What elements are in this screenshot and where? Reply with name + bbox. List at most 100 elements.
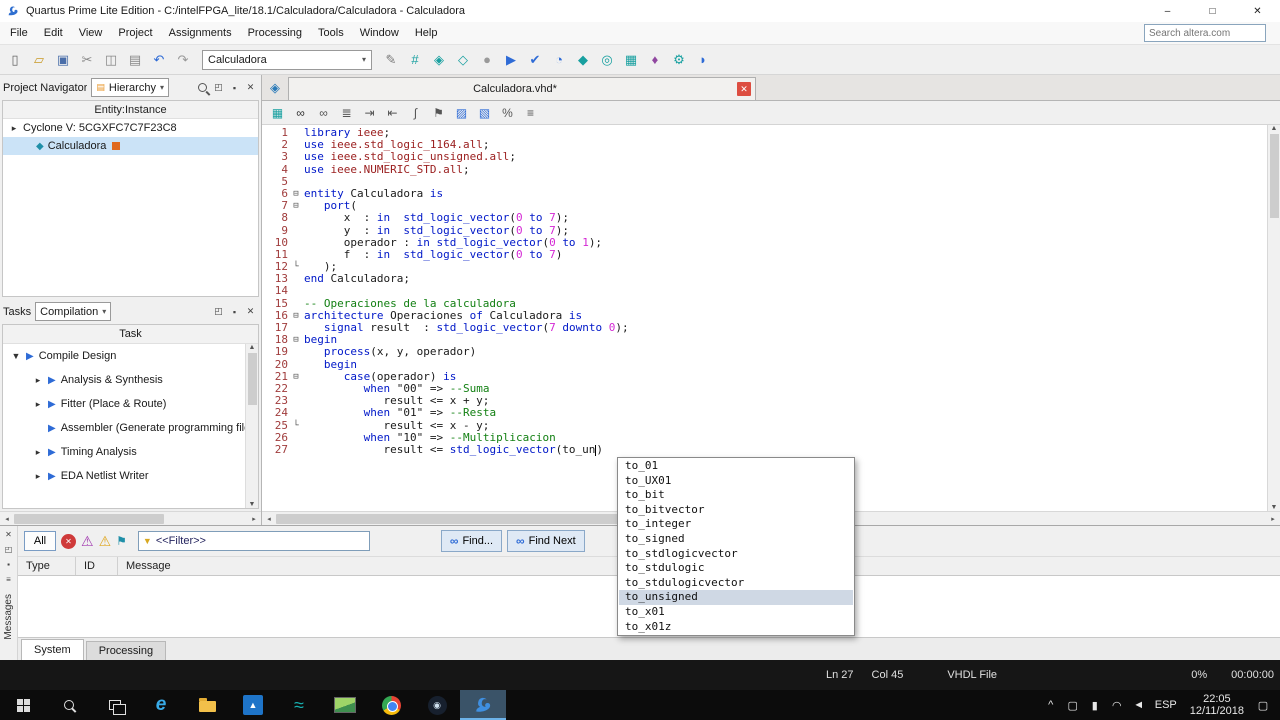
tree-item-calculadora[interactable]: ◆ Calculadora — [3, 137, 258, 155]
undo-icon[interactable]: ↶ — [148, 49, 170, 71]
hierarchy-dropdown[interactable]: ▤ Hierarchy ▾ — [91, 78, 169, 97]
fold-marker[interactable]: ⊟ — [288, 200, 304, 212]
search-button[interactable] — [46, 690, 92, 720]
tasks-vertical-scrollbar[interactable]: ▲ ▼ — [245, 344, 258, 508]
action-center-icon[interactable]: ▢ — [1252, 699, 1274, 712]
compilation-dropdown[interactable]: Compilation ▾ — [35, 302, 112, 321]
tab-system[interactable]: System — [21, 639, 84, 660]
autocomplete-item-to-stdlogicvector[interactable]: to_stdlogicvector — [619, 547, 853, 562]
find-next-button[interactable]: ∞ Find Next — [507, 530, 585, 552]
code-line[interactable]: 4 use ieee.NUMERIC_STD.all; — [262, 163, 1280, 176]
scroll-left-arrow[interactable]: ◂ — [0, 515, 14, 523]
scroll-left-arrow[interactable]: ◂ — [262, 515, 276, 523]
autocomplete-item-to-stdulogic[interactable]: to_stdulogic — [619, 561, 853, 576]
menu-edit[interactable]: Edit — [36, 24, 71, 43]
scrollbar-thumb[interactable] — [247, 353, 257, 405]
error-icon[interactable]: ✕ — [61, 533, 76, 549]
fold-marker[interactable]: └ — [288, 261, 304, 273]
warning-icon[interactable]: ⚠ — [99, 533, 112, 550]
quartus-icon[interactable] — [460, 690, 506, 720]
volume-icon[interactable]: ◄ — [1128, 699, 1150, 712]
pin-icon[interactable]: ▪ — [2, 558, 16, 571]
autocomplete-item-to-unsigned[interactable]: to_unsigned — [619, 590, 853, 605]
assignment-editor-icon[interactable]: ◈ — [428, 49, 450, 71]
code-line[interactable]: 11 f : in std_logic_vector(0 to 7) — [262, 248, 1280, 261]
close-icon[interactable]: ✕ — [243, 304, 258, 320]
netlist-viewer-icon[interactable]: ◆ — [572, 49, 594, 71]
photos-icon[interactable]: ▲ — [230, 690, 276, 720]
replace-icon[interactable]: ∞ — [314, 103, 333, 122]
all-filter-button[interactable]: All — [24, 531, 56, 551]
technology-map-icon[interactable]: ◎ — [596, 49, 618, 71]
minimize-button[interactable]: – — [1145, 0, 1190, 22]
code-line[interactable]: 27 result <= std_logic_vector(to_un) — [262, 443, 1280, 456]
autocomplete-item-to-bitvector[interactable]: to_bitvector — [619, 503, 853, 518]
expand-arrow[interactable]: ▸ — [33, 375, 43, 386]
scroll-up-arrow[interactable]: ▲ — [1271, 125, 1278, 132]
menu-tools[interactable]: Tools — [310, 24, 352, 43]
close-icon[interactable]: ✕ — [243, 80, 258, 96]
open-file-icon[interactable]: ▱ — [28, 49, 50, 71]
timing-analyzer-icon[interactable]: ◔ — [548, 49, 570, 71]
code-line[interactable]: 17 signal result : std_logic_vector(7 do… — [262, 321, 1280, 334]
tab-processing[interactable]: Processing — [85, 641, 167, 660]
expand-arrow[interactable]: ▸ — [33, 471, 43, 482]
column-header-id[interactable]: ID — [76, 557, 118, 575]
tree-item-cyclone-v-5cgxfc7c7f23c8[interactable]: ▸ Cyclone V: 5CGXFC7C7F23C8 — [3, 119, 258, 137]
scroll-down-arrow[interactable]: ▼ — [1271, 504, 1278, 511]
task-view-button[interactable] — [92, 690, 138, 720]
expand-arrow[interactable]: ▼ — [11, 351, 21, 361]
start-analysis-icon[interactable]: ✔ — [524, 49, 546, 71]
code-line[interactable]: 19 process(x, y, operador) — [262, 346, 1280, 358]
filter-input[interactable] — [155, 535, 365, 547]
indent-icon[interactable]: ⇥ — [360, 103, 379, 122]
design-partition-icon[interactable]: ♦ — [644, 49, 666, 71]
menu-window[interactable]: Window — [352, 24, 407, 43]
redo-icon[interactable]: ↷ — [172, 49, 194, 71]
battery-icon[interactable]: ▮ — [1084, 699, 1106, 712]
close-icon[interactable]: ✕ — [2, 528, 16, 541]
task-assembler-generate-programming-files[interactable]: ▶ Assembler (Generate programming files) — [3, 416, 258, 440]
code-line[interactable]: 13 end Calculadora; — [262, 273, 1280, 285]
word-wrap-icon[interactable]: ≡ — [521, 103, 540, 122]
pin-icon[interactable]: ▪ — [227, 80, 242, 96]
stop-icon[interactable]: ● — [476, 49, 498, 71]
new-file-icon[interactable]: ▯ — [4, 49, 26, 71]
find-icon[interactable]: ∞ — [291, 103, 310, 122]
tab-calculadora-vhd[interactable]: Calculadora.vhd* ✕ — [288, 77, 756, 100]
fold-marker[interactable]: ⊟ — [288, 371, 304, 383]
task-timing-analysis[interactable]: ▸ ▶ Timing Analysis — [3, 440, 258, 464]
copy-icon[interactable]: ◫ — [100, 49, 122, 71]
autocomplete-item-to-bit[interactable]: to_bit — [619, 488, 853, 503]
clock[interactable]: 22:05 12/11/2018 — [1190, 693, 1244, 717]
task-compile-design[interactable]: ▼ ▶ Compile Design — [3, 344, 258, 368]
uncomment-icon[interactable]: ▧ — [475, 103, 494, 122]
autocomplete-item-to-01[interactable]: to_01 — [619, 459, 853, 474]
menu-processing[interactable]: Processing — [240, 24, 310, 43]
scroll-right-arrow[interactable]: ▸ — [247, 515, 261, 523]
scroll-down-arrow[interactable]: ▼ — [249, 501, 256, 508]
autocomplete-item-to-ux01[interactable]: to_UX01 — [619, 474, 853, 489]
find-button[interactable]: ∞ Find... — [440, 530, 503, 552]
fold-marker[interactable]: ⊟ — [288, 334, 304, 346]
edge-icon[interactable]: e — [138, 690, 184, 720]
attach-icon[interactable]: ∫ — [406, 103, 425, 122]
fold-marker[interactable]: ⊟ — [288, 310, 304, 322]
close-button[interactable]: ✕ — [1235, 0, 1280, 22]
search-icon[interactable] — [195, 80, 210, 96]
goto-line-icon[interactable]: ≣ — [337, 103, 356, 122]
language-indicator[interactable]: ESP — [1150, 699, 1182, 711]
scroll-right-arrow[interactable]: ▸ — [1266, 515, 1280, 523]
file-explorer-icon[interactable] — [184, 690, 230, 720]
start-compilation-icon[interactable]: ▶ — [500, 49, 522, 71]
image-preview-icon[interactable] — [322, 690, 368, 720]
code-line[interactable]: 6 ⊟ entity Calculadora is — [262, 187, 1280, 200]
comment-icon[interactable]: ▨ — [452, 103, 471, 122]
steam-icon[interactable]: ◉ — [414, 690, 460, 720]
wifi-icon[interactable]: ◠ — [1106, 699, 1128, 712]
autocomplete-item-to-x01z[interactable]: to_x01z — [619, 620, 853, 635]
pin-icon[interactable]: ▪ — [227, 304, 242, 320]
menu-icon[interactable]: ≡ — [2, 573, 16, 586]
left-horizontal-scrollbar[interactable]: ◂ ▸ — [0, 511, 261, 525]
scrollbar-thumb[interactable] — [1269, 134, 1279, 218]
